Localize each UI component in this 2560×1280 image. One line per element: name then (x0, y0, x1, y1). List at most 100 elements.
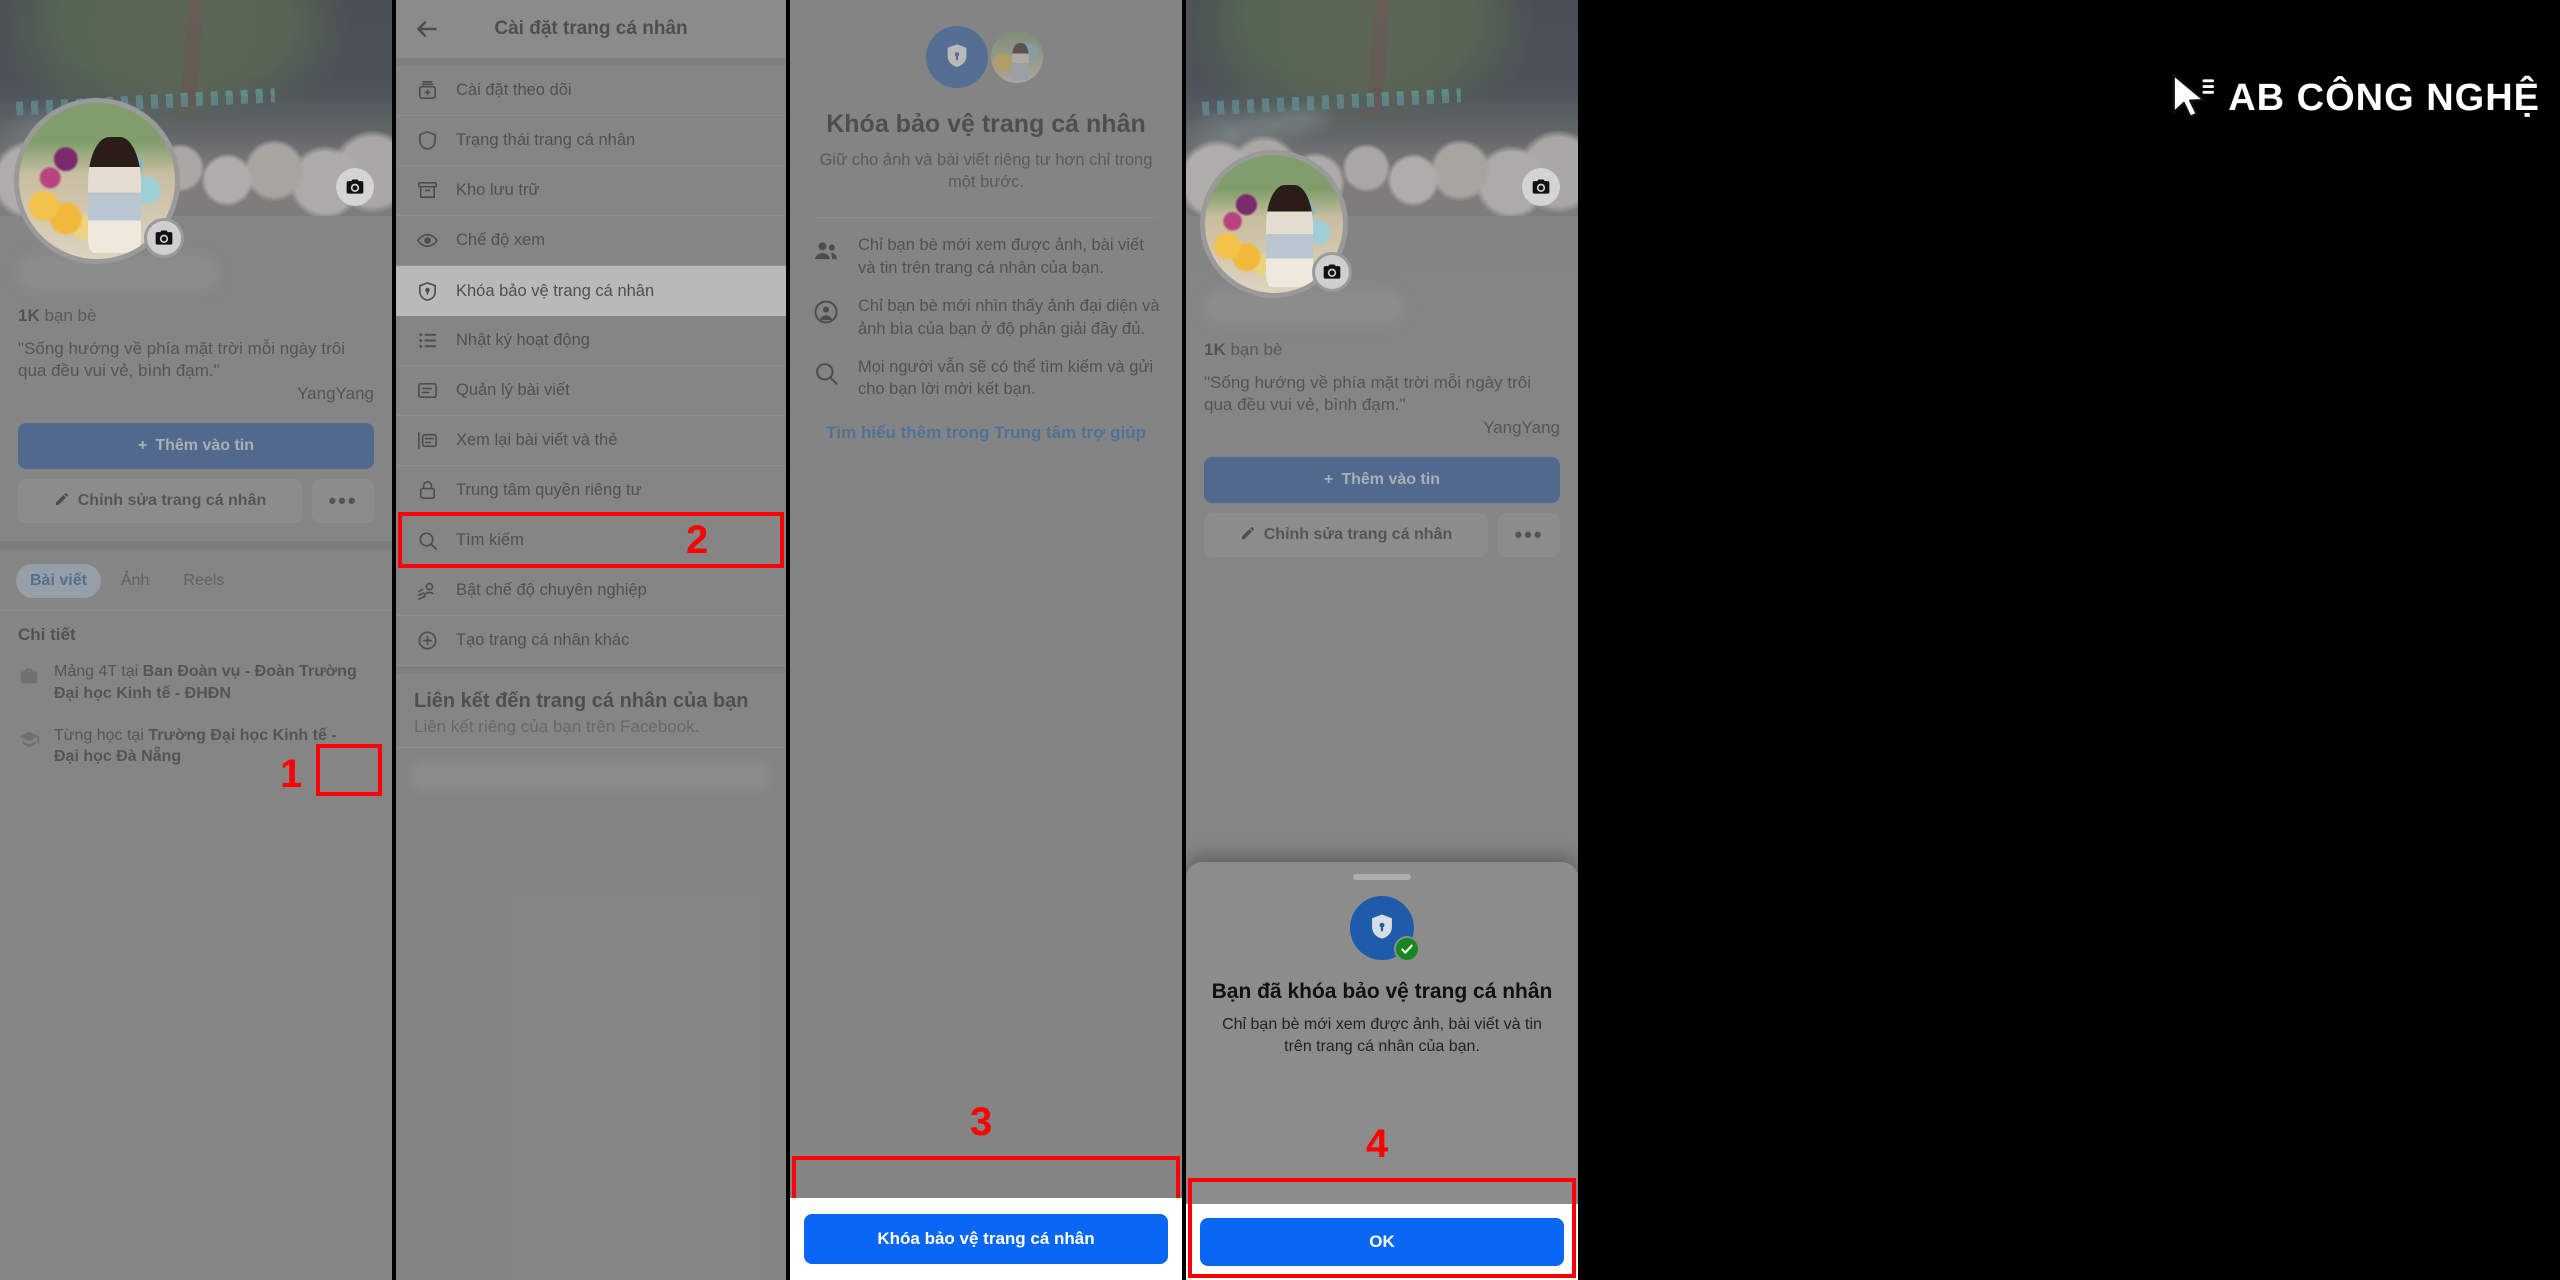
menu-label: Nhật ký hoạt động (456, 331, 590, 349)
confirmation-bottom-sheet: Bạn đã khóa bảo vệ trang cá nhân Chỉ bạn… (1186, 862, 1578, 1280)
menu-label: Tạo trang cá nhân khác (456, 631, 630, 649)
add-to-story-label: Thêm vào tin (155, 437, 255, 455)
detail-work-prefix: Mảng 4T tại (54, 663, 143, 681)
review-tag-icon (414, 429, 440, 452)
friends-number: 1K (1204, 340, 1226, 359)
search-icon (812, 359, 842, 392)
header-divider (396, 58, 786, 66)
back-button[interactable] (396, 16, 458, 42)
help-center-link[interactable]: Tìm hiểu thêm trong Trung tâm trợ giúp (812, 423, 1160, 443)
avatar-camera-icon[interactable] (1312, 252, 1352, 292)
profile-bio: "Sống hướng về phía mặt trời mỗi ngày tr… (18, 338, 374, 405)
bio-signature: YangYang (1483, 417, 1560, 437)
menu-item-archive[interactable]: Kho lưu trữ (396, 166, 786, 216)
settings-menu: Cài đặt theo dõi Trạng thái trang cá nhâ… (396, 66, 786, 666)
detail-work-text: Mảng 4T tại Ban Đoàn vụ - Đoàn Trường Đại… (54, 661, 357, 704)
profile-action-row: Chỉnh sửa trang cá nhân ••• (18, 479, 374, 524)
menu-label: Tìm kiếm (456, 531, 524, 549)
friends-count[interactable]: 1K bạn bè (1204, 340, 1578, 360)
graduation-cap-icon (18, 729, 40, 756)
add-to-story-button[interactable]: + Thêm vào tin (1204, 457, 1560, 504)
panel-profile: 1K bạn bè "Sống hướng về phía mặt trời m… (0, 0, 392, 1280)
add-to-feed-icon (414, 79, 440, 102)
lock-bullet-1-text: Chỉ bạn bè mới xem được ảnh, bài viết và… (858, 236, 1144, 277)
pencil-icon (54, 491, 70, 512)
friends-icon (812, 237, 842, 270)
bio-line-1: "Sống hướng về phía mặt trời mỗi ngày tr… (18, 339, 345, 358)
profile-link-section: Liên kết đến trang cá nhân của bạn Liên … (396, 674, 786, 747)
cover-camera-icon[interactable] (1522, 168, 1560, 206)
panel-confirmation: 1K bạn bè "Sống hướng về phía mặt trời m… (1186, 0, 1578, 1280)
link-divider (396, 747, 786, 748)
post-card-icon (414, 379, 440, 402)
bio-signature: YangYang (297, 383, 374, 403)
tab-posts[interactable]: Bài viết (16, 564, 101, 599)
annotation-number-1: 1 (280, 752, 303, 796)
menu-label: Cài đặt theo dõi (456, 81, 572, 99)
lock-hero (790, 0, 1182, 88)
list-icon (414, 329, 440, 352)
more-options-button[interactable]: ••• (1498, 513, 1560, 558)
sheet-hero (1186, 896, 1578, 962)
link-section-subtitle: Liên kết riêng của bạn trên Facebook. (414, 717, 700, 736)
lock-bullet-search: Mọi người vẫn sẽ có thể tìm kiếm và gửi … (790, 340, 1182, 401)
section-divider-2 (396, 666, 786, 674)
menu-item-lock-profile[interactable]: Khóa bảo vệ trang cá nhân (396, 266, 786, 316)
menu-item-profile-status[interactable]: Trạng thái trang cá nhân (396, 116, 786, 166)
add-to-story-label: Thêm vào tin (1341, 471, 1441, 489)
edit-profile-button[interactable]: Chỉnh sửa trang cá nhân (1204, 513, 1488, 558)
friends-count[interactable]: 1K bạn bè (18, 306, 392, 326)
bio-line-1: "Sống hướng về phía mặt trời mỗi ngày tr… (1204, 373, 1531, 392)
cover-camera-icon[interactable] (336, 168, 374, 206)
avatar[interactable] (14, 98, 184, 264)
menu-item-privacy-center[interactable]: Trung tâm quyền riêng tư (396, 466, 786, 516)
lock-profile-button[interactable]: Khóa bảo vệ trang cá nhân (804, 1214, 1168, 1264)
avatar[interactable] (1200, 150, 1352, 298)
tab-photos[interactable]: Ảnh (107, 564, 163, 598)
menu-item-view-mode[interactable]: Chế độ xem (396, 216, 786, 266)
panel-lock-profile: Khóa bảo vệ trang cá nhân Giữ cho ảnh và… (790, 0, 1182, 1280)
profile-circle-icon (812, 298, 842, 331)
shield-lock-check-icon (1350, 896, 1420, 962)
ok-button[interactable]: OK (1200, 1218, 1564, 1266)
menu-label: Bật chế độ chuyên nghiệp (456, 581, 647, 599)
friends-label: bạn bè (44, 306, 97, 325)
annotation-number-2: 2 (686, 518, 709, 562)
menu-item-search[interactable]: Tìm kiếm (396, 516, 786, 566)
annotation-number-3: 3 (970, 1100, 993, 1144)
lock-bullet-3-text: Mọi người vẫn sẽ có thể tìm kiếm và gửi … (858, 357, 1154, 399)
lock-cta-area: Khóa bảo vệ trang cá nhân (790, 1198, 1182, 1280)
lock-screen: Khóa bảo vệ trang cá nhân Giữ cho ảnh và… (790, 0, 1182, 1280)
link-section-title: Liên kết đến trang cá nhân của bạn (414, 690, 749, 712)
menu-label: Xem lại bài viết và thẻ (456, 431, 618, 449)
edit-profile-label: Chỉnh sửa trang cá nhân (1263, 526, 1453, 544)
menu-item-professional-mode[interactable]: Bật chế độ chuyên nghiệp (396, 566, 786, 616)
add-to-story-button[interactable]: + Thêm vào tin (18, 423, 374, 470)
edit-profile-label: Chỉnh sửa trang cá nhân (77, 492, 267, 510)
shield-lock-icon (926, 26, 988, 88)
edit-profile-button[interactable]: Chỉnh sửa trang cá nhân (18, 479, 302, 524)
friends-label: bạn bè (1230, 340, 1283, 359)
menu-item-activity-log[interactable]: Nhật ký hoạt động (396, 316, 786, 366)
menu-item-review-posts-tags[interactable]: Xem lại bài viết và thẻ (396, 416, 786, 466)
menu-label: Chế độ xem (456, 231, 545, 249)
menu-item-manage-posts[interactable]: Quản lý bài viết (396, 366, 786, 416)
professional-mode-icon (414, 579, 440, 602)
eye-icon (414, 229, 440, 252)
menu-item-create-another-profile[interactable]: Tạo trang cá nhân khác (396, 616, 786, 666)
detail-work[interactable]: Mảng 4T tại Ban Đoàn vụ - Đoàn Trường Đại… (0, 651, 392, 714)
watermark: AB CÔNG NGHỆ (2168, 72, 2540, 124)
more-options-button[interactable]: ••• (312, 479, 374, 524)
screenshot-stage: 1K bạn bè "Sống hướng về phía mặt trời m… (0, 0, 2560, 1280)
detail-edu-prefix: Từng học tại (54, 726, 149, 744)
menu-label: Kho lưu trữ (456, 181, 540, 199)
menu-label: Trung tâm quyền riêng tư (456, 481, 642, 499)
sheet-grabber[interactable] (1353, 874, 1411, 880)
tab-reels[interactable]: Reels (169, 564, 238, 598)
check-icon (1394, 936, 1420, 962)
profile-link-value-redacted (414, 762, 768, 790)
avatar-camera-icon[interactable] (144, 218, 184, 258)
profile-tabs: Bài viết Ảnh Reels (0, 550, 392, 610)
menu-item-follow-settings[interactable]: Cài đặt theo dõi (396, 66, 786, 116)
detail-education[interactable]: Từng học tại Trường Đại học Kinh tế - Đại… (0, 715, 392, 778)
